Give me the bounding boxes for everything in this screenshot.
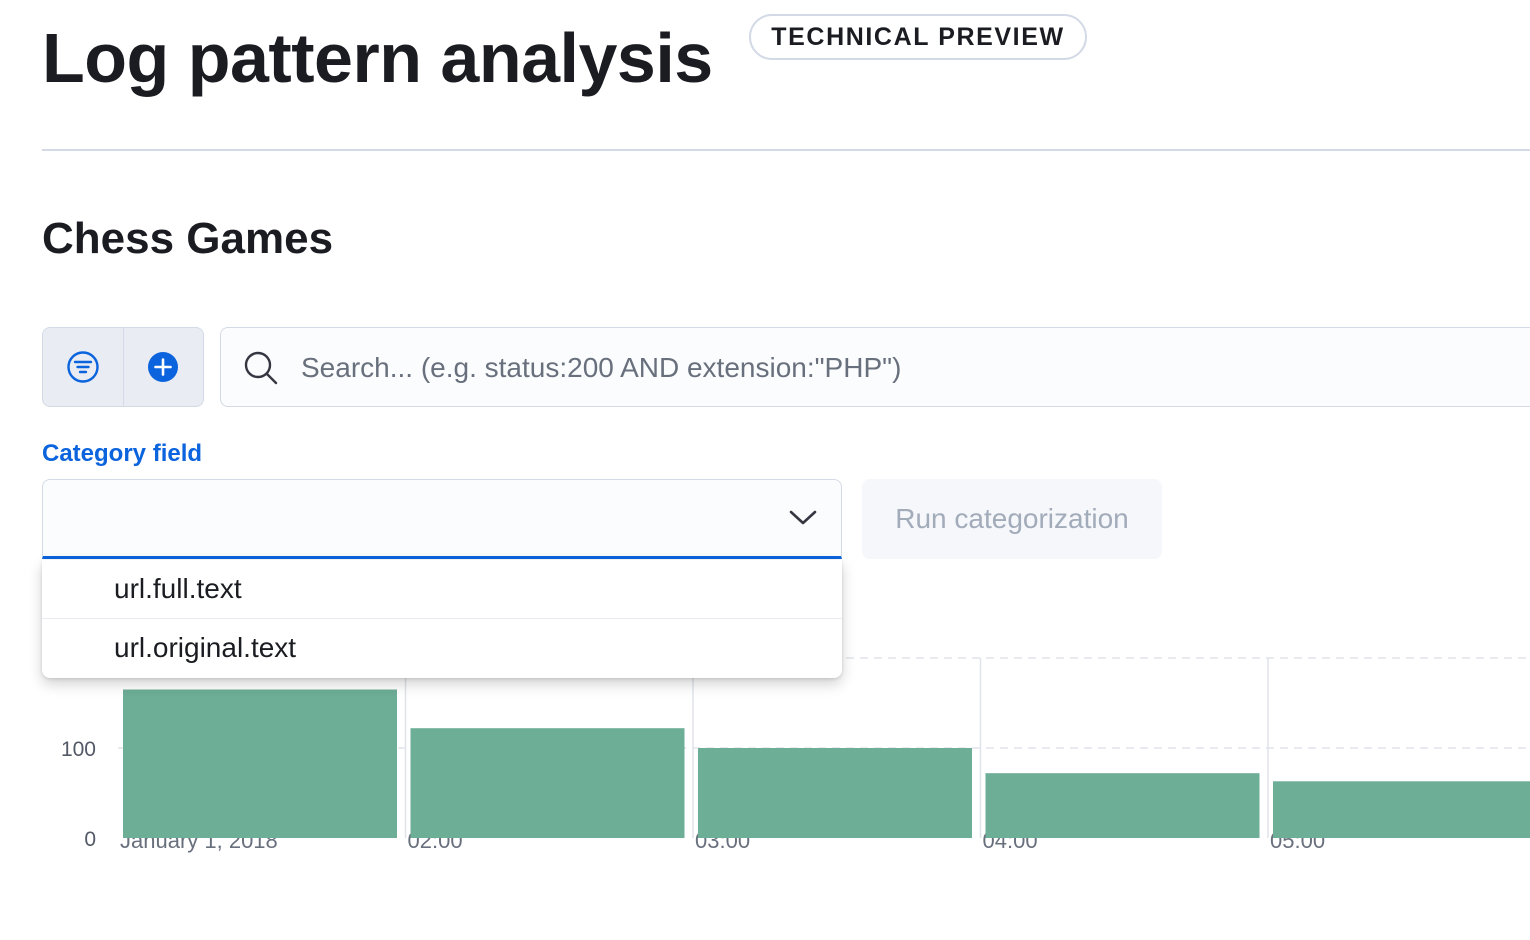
add-filter-button[interactable]: [122, 328, 204, 406]
category-field-combobox[interactable]: [42, 479, 842, 559]
y-tick-label-0: 0: [84, 828, 96, 851]
category-field-label: Category field: [42, 440, 203, 467]
filter-icon: [67, 351, 99, 383]
filter-menu-button[interactable]: [43, 328, 123, 406]
technical-preview-badge: TECHNICAL PREVIEW: [749, 14, 1087, 60]
dropdown-option-url-original-text[interactable]: url.original.text: [42, 618, 842, 676]
page-title: Log pattern analysis: [42, 19, 713, 97]
bar-1: [410, 728, 685, 838]
search-input[interactable]: [299, 328, 1503, 408]
plus-circle-icon: [148, 352, 179, 382]
bar-0: [123, 689, 397, 838]
bar-3: [985, 773, 1260, 838]
bar-2: [698, 748, 972, 838]
y-tick-label-100: 100: [61, 738, 96, 761]
search-icon: [244, 351, 278, 385]
search-bar[interactable]: [220, 327, 1530, 408]
section-title: Chess Games: [42, 214, 334, 263]
category-field-dropdown: url.full.text url.original.text: [42, 560, 842, 678]
filter-button-group: [42, 327, 204, 407]
dropdown-option-url-full-text[interactable]: url.full.text: [42, 560, 842, 618]
bar-4: [1273, 781, 1530, 838]
run-categorization-button[interactable]: Run categorization: [862, 479, 1162, 559]
header-divider: [42, 149, 1530, 151]
chevron-down-icon[interactable]: [789, 508, 817, 528]
